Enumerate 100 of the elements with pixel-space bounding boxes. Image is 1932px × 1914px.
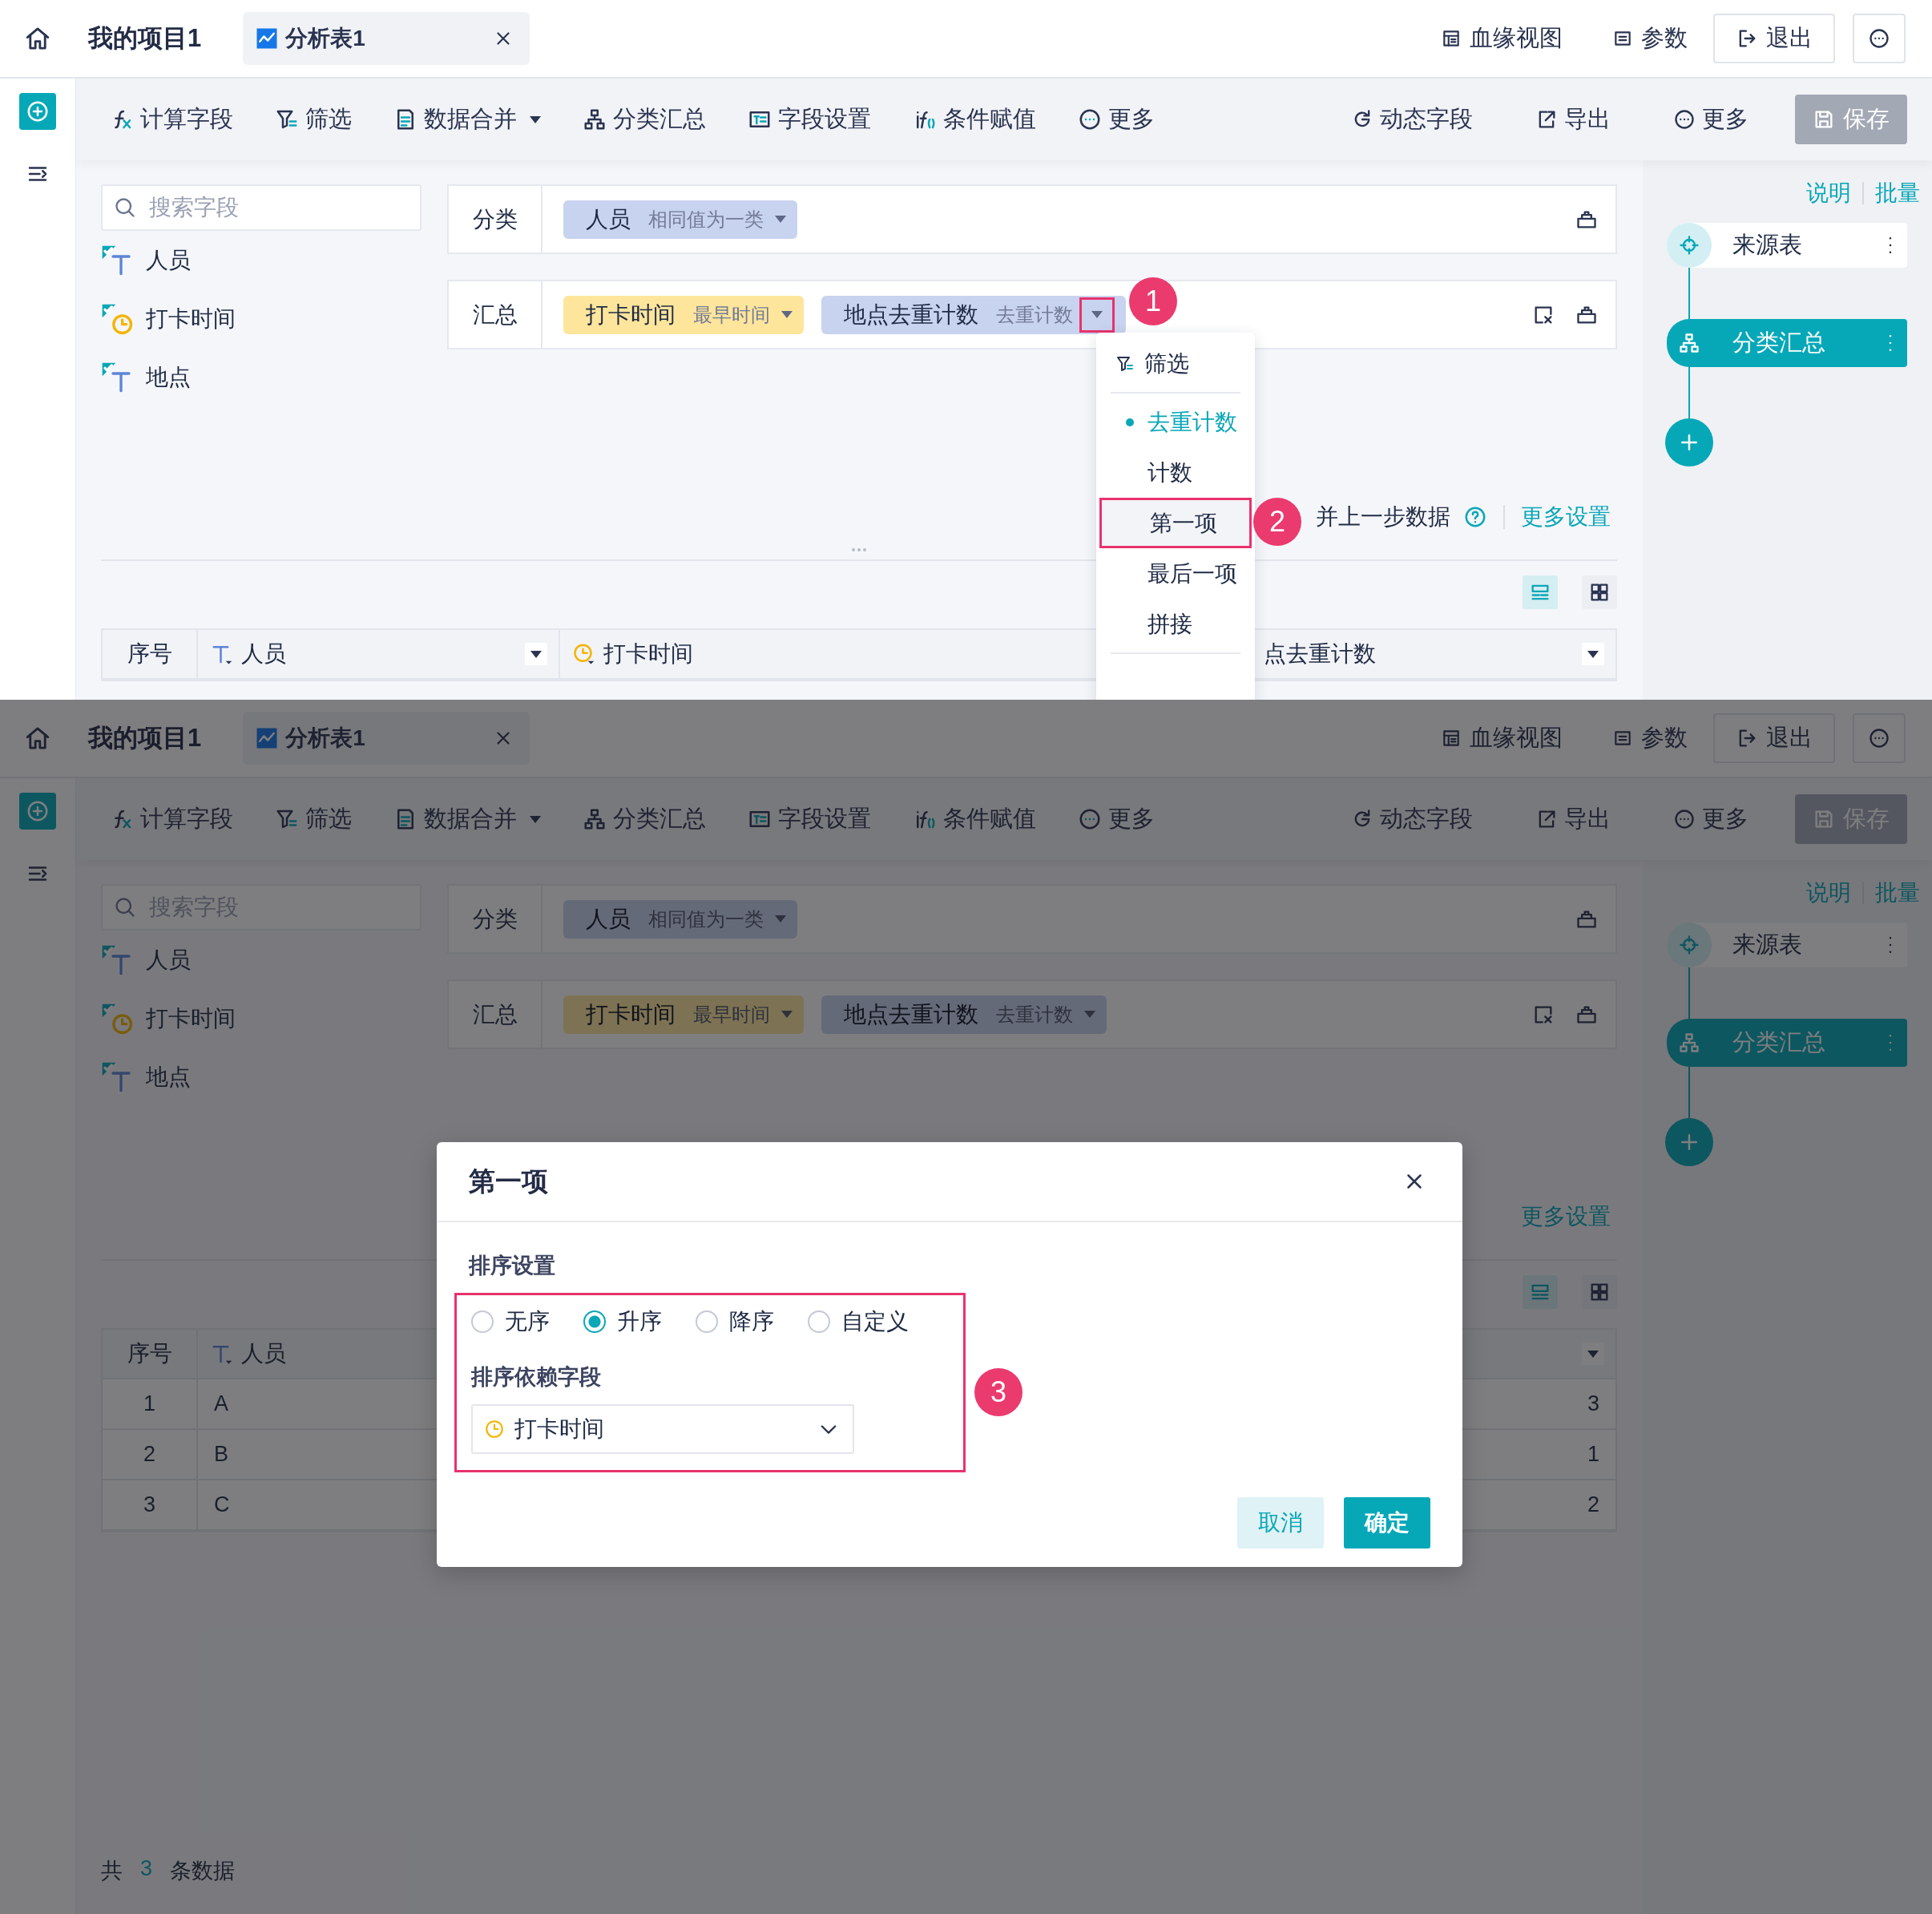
view-toggle[interactable] <box>1523 575 1558 609</box>
add-button[interactable] <box>19 93 56 130</box>
menu-item[interactable]: 筛选 <box>1096 338 1255 389</box>
field-item[interactable]: 地点 <box>101 1048 421 1106</box>
toolbar-button[interactable]: 分类汇总 <box>583 803 706 835</box>
toolbar-button[interactable]: 更多 <box>1078 803 1155 835</box>
toolbar-button[interactable]: 筛选 <box>275 103 352 135</box>
column-menu-button[interactable] <box>525 643 547 665</box>
caret-icon[interactable] <box>781 1011 793 1018</box>
toolbar-button[interactable]: 动态字段 <box>1351 103 1473 135</box>
dialog-button[interactable]: 确定 <box>1344 1497 1430 1549</box>
flow-node[interactable]: 分类汇总 <box>1667 1019 1907 1067</box>
caret-icon <box>530 815 541 823</box>
panel-link[interactable]: 说明 <box>1806 178 1851 208</box>
row-label: 汇总 <box>449 281 542 348</box>
caret-icon[interactable] <box>781 311 793 318</box>
toolbar-button[interactable]: 计算字段 <box>110 103 233 135</box>
chip-method: 相同值为一类 <box>648 207 764 232</box>
radio-button[interactable] <box>808 1310 830 1333</box>
add-step-button[interactable] <box>1665 1118 1713 1166</box>
exit-button[interactable]: 退出 <box>1713 713 1835 763</box>
sheet-tab[interactable]: 分析表1 <box>243 12 530 65</box>
radio-label[interactable]: 无序 <box>505 1306 550 1337</box>
radio-label[interactable]: 降序 <box>729 1306 774 1337</box>
flow-node[interactable]: 分类汇总 <box>1667 319 1907 367</box>
more-icon <box>1673 808 1696 830</box>
dialog-title: 第一项 <box>469 1165 548 1197</box>
panel-link[interactable]: 批量 <box>1875 178 1920 208</box>
header-button[interactable]: 参数 <box>1612 22 1688 55</box>
add-button[interactable] <box>19 793 56 830</box>
toolbar-button[interactable]: 数据合并 <box>393 103 541 135</box>
toolbar-button[interactable]: 导出 <box>1535 803 1611 835</box>
toolbar-button[interactable]: 字段设置 <box>748 103 871 135</box>
connector-line <box>1688 268 1690 319</box>
field-item[interactable]: 打卡时间 <box>101 989 421 1048</box>
caret-icon[interactable] <box>775 216 786 223</box>
menu-item[interactable]: 最后一项 <box>1096 548 1255 599</box>
toolbar-button[interactable]: 导出 <box>1535 103 1611 135</box>
hierarchy-icon <box>583 807 607 831</box>
radio-label[interactable]: 自定义 <box>841 1306 909 1337</box>
menu-item[interactable]: 计数 <box>1096 447 1255 498</box>
field-select[interactable]: 打卡时间 <box>471 1404 854 1454</box>
radio-button[interactable] <box>583 1310 606 1333</box>
field-item[interactable]: 人员 <box>101 231 421 289</box>
more-settings-link[interactable]: 更多设置 <box>1521 502 1611 532</box>
field-chip[interactable]: 人员 相同值为一类 <box>563 200 797 239</box>
lineage-icon <box>1441 728 1462 749</box>
field-item[interactable]: 地点 <box>101 348 421 406</box>
node-label: 来源表 <box>1732 231 1803 259</box>
more-button[interactable] <box>1853 14 1906 63</box>
view-toggle[interactable] <box>1582 1275 1617 1309</box>
column-title: 人员 <box>241 1340 286 1367</box>
help-icon[interactable] <box>1463 505 1487 529</box>
section-label: 排序设置 <box>469 1253 555 1279</box>
more-icon <box>1078 107 1102 131</box>
field-item[interactable]: 打卡时间 <box>101 289 421 348</box>
field-chip[interactable]: 地点去重计数 去重计数 <box>821 995 1107 1034</box>
field-chip[interactable]: 人员 相同值为一类 <box>563 899 797 939</box>
menu-item[interactable]: 第一项 <box>1099 498 1252 548</box>
field-chip[interactable]: 打卡时间 最早时间 <box>563 995 804 1034</box>
header-button[interactable]: 血缘视图 <box>1441 722 1563 754</box>
exit-button[interactable]: 退出 <box>1713 14 1835 63</box>
table-cell: 2 <box>103 1430 198 1480</box>
toolbar-button[interactable]: 更多 <box>1078 103 1155 135</box>
radio-button[interactable] <box>471 1310 494 1333</box>
toolbar-button[interactable]: 动态字段 <box>1351 803 1473 835</box>
field-chip[interactable]: 地点去重计数 去重计数 <box>821 295 1126 334</box>
radio-label[interactable]: 升序 <box>617 1306 662 1337</box>
node-label: 分类汇总 <box>1732 1028 1826 1056</box>
menu-item[interactable]: 拼接 <box>1096 599 1255 649</box>
chip-dropdown-button[interactable] <box>1079 297 1115 333</box>
caret-icon[interactable] <box>1084 1011 1095 1018</box>
radio-button[interactable] <box>696 1310 718 1333</box>
header-button[interactable]: 血缘视图 <box>1441 22 1563 55</box>
row-label: 分类 <box>449 186 542 252</box>
search-field[interactable]: 搜索字段 <box>101 184 421 231</box>
toolbar-button[interactable]: 条件赋值 <box>913 803 1036 835</box>
toolbar-button[interactable]: 字段设置 <box>748 803 871 835</box>
toolbar-button[interactable]: 分类汇总 <box>583 103 706 135</box>
view-toggle[interactable] <box>1523 1275 1558 1309</box>
toolbar-button[interactable]: 更多 <box>1673 103 1748 135</box>
flow-node[interactable]: 来源表 <box>1667 223 1907 268</box>
toolbar-button[interactable]: 更多 <box>1673 803 1748 835</box>
sheet-tab[interactable]: 分析表1 <box>243 712 530 765</box>
column-menu-button[interactable] <box>1582 643 1604 665</box>
header-button[interactable]: 参数 <box>1612 722 1688 754</box>
toolbar-button[interactable]: 数据合并 <box>393 803 541 835</box>
chip-method: 最早时间 <box>693 302 770 327</box>
toolbar-button[interactable]: 筛选 <box>275 803 352 835</box>
view-toggle[interactable] <box>1582 575 1617 609</box>
chart-icon <box>255 726 280 750</box>
toolbar-button[interactable]: 计算字段 <box>110 803 233 835</box>
field-chip[interactable]: 打卡时间 最早时间 <box>563 295 804 334</box>
toolbar-button[interactable]: 条件赋值 <box>913 103 1036 135</box>
field-item[interactable]: 人员 <box>101 931 421 989</box>
caret-icon[interactable] <box>775 915 786 923</box>
dialog-button[interactable]: 取消 <box>1237 1497 1324 1549</box>
menu-item[interactable]: 去重计数 <box>1096 397 1255 447</box>
flow-node[interactable]: 来源表 <box>1667 923 1907 967</box>
add-step-button[interactable] <box>1665 418 1713 466</box>
